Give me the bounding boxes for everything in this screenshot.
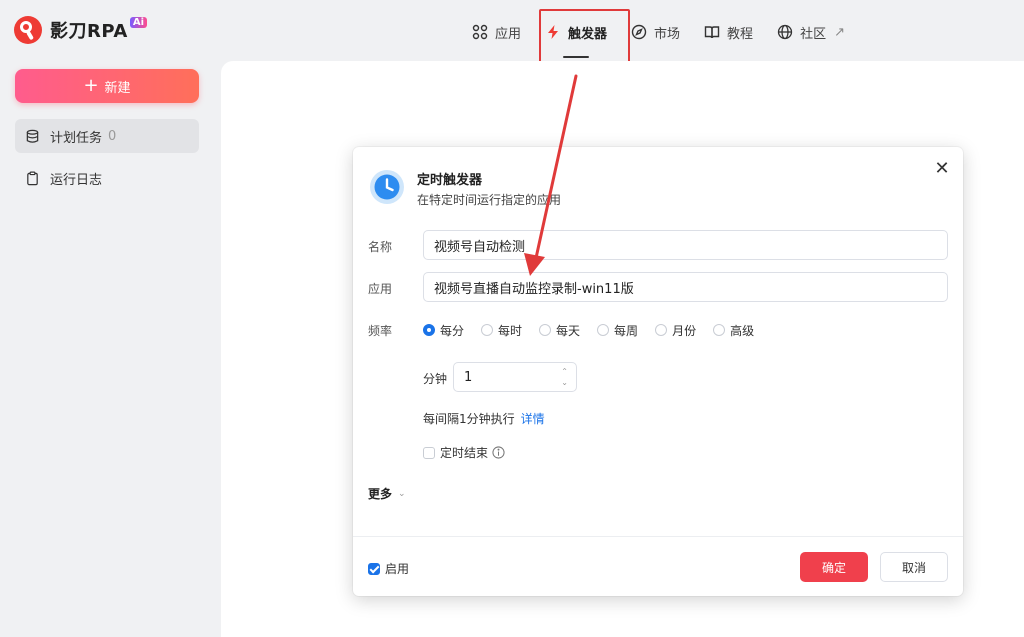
radio-indicator [481, 324, 494, 336]
nav-label: 教程 [727, 26, 754, 42]
nav-item-community[interactable]: 社区 ↗ [765, 10, 857, 54]
clock-icon [370, 170, 404, 204]
radio-advanced[interactable]: 高级 [713, 322, 754, 339]
clipboard-icon [27, 171, 38, 185]
details-link[interactable]: 详情 [521, 412, 545, 426]
radio-label: 每天 [556, 323, 581, 338]
app-label: 应用 [368, 282, 393, 296]
chevron-up-icon[interactable]: ⌃ [561, 366, 568, 377]
radio-indicator [655, 324, 668, 336]
database-icon [26, 129, 39, 143]
name-input[interactable]: 视频号自动检测 [423, 230, 948, 260]
chevron-down-icon[interactable]: ⌄ [561, 377, 568, 388]
name-label: 名称 [368, 240, 393, 254]
radio-every-day[interactable]: 每天 [539, 322, 580, 339]
lightning-icon [548, 25, 559, 39]
nav-label: 市场 [654, 26, 681, 42]
end-timer-checkbox[interactable] [423, 446, 435, 459]
radio-indicator [423, 324, 435, 336]
app-logo: 影刀RPA Ai [14, 14, 148, 46]
logo-ai-badge: Ai [129, 16, 148, 28]
radio-indicator [539, 324, 552, 336]
interval-description: 每间隔1分钟执行 详情 [423, 410, 545, 427]
frequency-label: 频率 [368, 324, 393, 338]
minute-label: 分钟 [423, 372, 448, 386]
external-link-icon: ↗ [834, 24, 845, 40]
radio-label: 每分 [440, 323, 465, 338]
new-button-label: 新建 [104, 80, 131, 96]
radio-indicator [713, 324, 726, 336]
radio-indicator [597, 324, 610, 336]
cancel-button[interactable]: 取消 [880, 552, 948, 582]
apps-grid-icon [472, 24, 488, 40]
minute-value: 1 [464, 369, 473, 385]
timer-trigger-dialog: 定时触发器 在特定时间运行指定的应用 ✕ 名称 视频号自动检测 应用 视频号直播… [353, 147, 963, 596]
more-options-toggle[interactable]: 更多 ⌄ [368, 485, 406, 502]
radio-label: 每时 [498, 323, 523, 338]
nav-item-tutorials[interactable]: 教程 [692, 10, 765, 54]
compass-icon [631, 24, 647, 40]
nav-item-apps[interactable]: 应用 [460, 10, 533, 54]
sidebar-item-label: 计划任务 [50, 130, 103, 146]
confirm-button[interactable]: 确定 [800, 552, 868, 582]
plus-icon: + [83, 75, 99, 96]
sidebar-item-run-logs[interactable]: 运行日志 [15, 161, 199, 195]
top-nav: 应用 触发器 市场 教程 社区 ↗ [460, 10, 857, 58]
new-button[interactable]: + 新建 [15, 69, 199, 103]
radio-label: 每周 [614, 323, 639, 338]
radio-every-week[interactable]: 每周 [597, 322, 638, 339]
more-label: 更多 [368, 487, 393, 501]
enable-option[interactable]: 启用 [368, 560, 409, 577]
radio-label: 高级 [730, 323, 755, 338]
book-icon [704, 26, 720, 39]
frequency-radio-group: 每分 每时 每天 每周 月份 高级 [423, 321, 771, 339]
interval-text: 每间隔1分钟执行 [423, 412, 515, 426]
info-icon[interactable] [492, 446, 505, 459]
close-icon[interactable]: ✕ [933, 160, 951, 178]
radio-every-minute[interactable]: 每分 [423, 322, 464, 339]
radio-monthly[interactable]: 月份 [655, 322, 696, 339]
sidebar-item-label: 运行日志 [50, 172, 103, 188]
logo-icon [14, 16, 42, 44]
nav-item-market[interactable]: 市场 [619, 10, 692, 54]
sidebar-item-scheduled-tasks[interactable]: 计划任务 0 [15, 119, 199, 153]
nav-item-triggers[interactable]: 触发器 [533, 10, 619, 58]
task-count: 0 [108, 128, 117, 144]
footer-divider [353, 536, 963, 537]
globe-icon [777, 24, 793, 40]
end-timer-option[interactable]: 定时结束 [423, 444, 505, 461]
minute-stepper[interactable]: 1 ⌃ ⌄ [453, 362, 577, 392]
nav-label: 触发器 [568, 26, 608, 42]
dialog-subtitle: 在特定时间运行指定的应用 [417, 193, 562, 207]
stepper-buttons: ⌃ ⌄ [561, 366, 568, 388]
radio-label: 月份 [672, 323, 697, 338]
nav-label: 应用 [495, 26, 522, 42]
logo-text: 影刀RPA [50, 21, 128, 42]
app-select[interactable]: 视频号直播自动监控录制-win11版 [423, 272, 948, 302]
end-timer-label: 定时结束 [440, 446, 489, 460]
nav-label: 社区 [800, 26, 827, 42]
enable-checkbox[interactable] [368, 562, 380, 575]
radio-every-hour[interactable]: 每时 [481, 322, 522, 339]
dialog-title: 定时触发器 [417, 173, 483, 188]
chevron-down-icon: ⌄ [398, 488, 406, 499]
enable-label: 启用 [385, 562, 410, 576]
